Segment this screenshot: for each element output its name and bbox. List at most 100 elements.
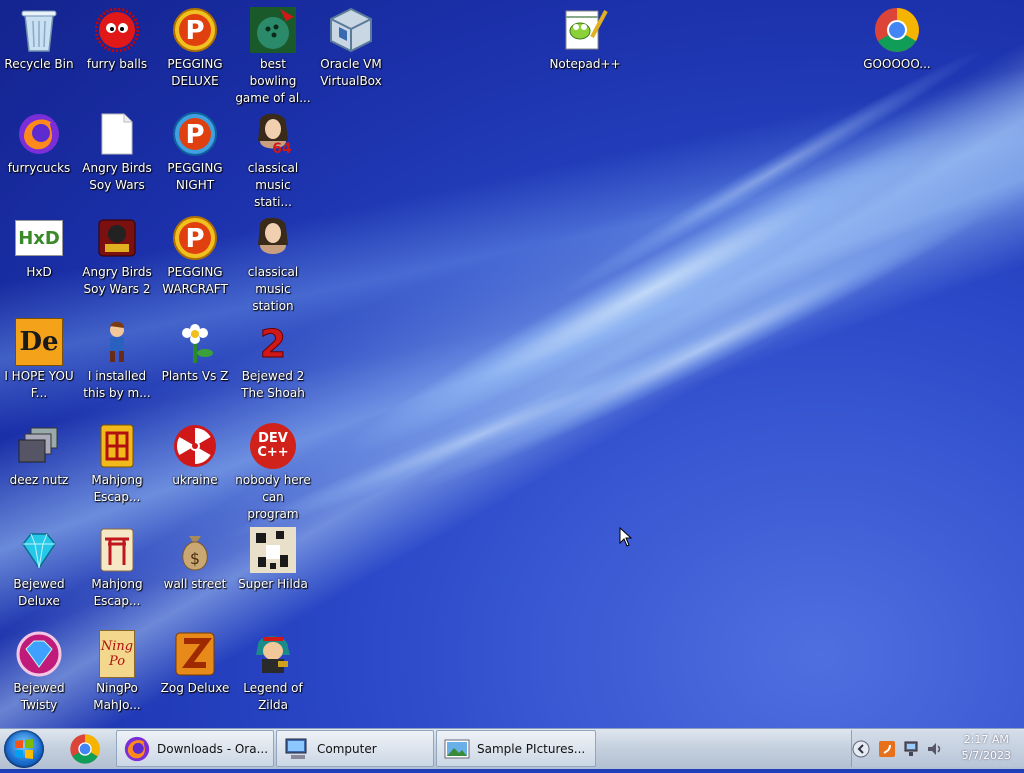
chrome-icon bbox=[70, 734, 100, 764]
de-icon: De bbox=[15, 318, 63, 366]
recycle-bin-icon bbox=[15, 6, 63, 54]
svg-text:2: 2 bbox=[260, 322, 286, 365]
desktop-icon-goooooo-chrome[interactable]: GOOOOO... bbox=[858, 0, 936, 104]
taskbar-task-sample-pictures[interactable]: Sample PIctures... bbox=[436, 730, 596, 767]
desktop-icon-angry-birds-soy-wars[interactable]: Angry Birds Soy Wars bbox=[78, 104, 156, 208]
diamond-icon bbox=[15, 526, 63, 574]
icon-label: Bejewed 2 The Shoah bbox=[241, 369, 305, 400]
task-label: Downloads - Ora... bbox=[157, 741, 269, 756]
clock[interactable]: 2:17 AM 5/7/2023 bbox=[962, 732, 1011, 764]
desktop-icon-classical-music-1[interactable]: 64 classical music stati... bbox=[234, 104, 312, 209]
desktop-icon-legend-of-zilda[interactable]: Legend of Zilda bbox=[234, 624, 312, 728]
clock-time: 2:17 AM bbox=[963, 733, 1009, 746]
desktop-icon-furrycucks[interactable]: furrycucks bbox=[0, 104, 78, 208]
icon-label: classical music station bbox=[247, 265, 299, 313]
desktop-icon-i-hope-you-f[interactable]: De I HOPE YOU F... bbox=[0, 312, 78, 416]
hxd-icon: HxD bbox=[15, 214, 63, 262]
desktop-icon-bejewed-deluxe[interactable]: Bejewed Deluxe bbox=[0, 520, 78, 624]
desktop-icon-furry-balls[interactable]: furry balls bbox=[78, 0, 156, 104]
taskbar-task-computer[interactable]: Computer bbox=[276, 730, 434, 767]
icon-label: Mahjong Escap... bbox=[91, 577, 143, 608]
desktop-icon-nobody-here-can-program[interactable]: DEV C++ nobody here can program bbox=[234, 416, 312, 521]
desktop-icon-pegging-deluxe[interactable]: P PEGGING DELUXE bbox=[156, 0, 234, 104]
icon-label: wall street bbox=[163, 577, 227, 591]
hxd-logo-text: HxD bbox=[15, 220, 63, 256]
pegging-p-icon: P bbox=[171, 6, 219, 54]
firefox-icon bbox=[15, 110, 63, 158]
desktop-icon-pegging-warcraft[interactable]: P PEGGING WARCRAFT bbox=[156, 208, 234, 312]
show-hidden-icons-icon[interactable] bbox=[852, 740, 870, 758]
icon-label: Mahjong Escap... bbox=[91, 473, 143, 504]
network-icon[interactable] bbox=[902, 740, 920, 758]
icon-label: Bejewed Twisty bbox=[13, 681, 65, 712]
desktop-icon-angry-birds-soy-wars-2[interactable]: Angry Birds Soy Wars 2 bbox=[78, 208, 156, 312]
icon-label: furry balls bbox=[86, 57, 148, 71]
taskbar-pinned-chrome[interactable] bbox=[62, 729, 108, 769]
virtualbox-icon bbox=[327, 6, 375, 54]
desktop-icon-deez-nutz[interactable]: deez nutz bbox=[0, 416, 78, 520]
character-icon bbox=[93, 318, 141, 366]
java-update-icon[interactable] bbox=[878, 740, 896, 758]
desktop-icon-wall-street[interactable]: $ wall street bbox=[156, 520, 234, 624]
zilda-icon bbox=[249, 630, 297, 678]
ningpo-icon: Ning Po bbox=[93, 630, 141, 678]
svg-text:P: P bbox=[185, 120, 204, 150]
icon-label: HxD bbox=[26, 265, 52, 279]
bowling-icon bbox=[249, 6, 297, 54]
desktop-icon-notepad-plus-plus[interactable]: Notepad++ bbox=[546, 0, 624, 104]
flower-icon bbox=[171, 318, 219, 366]
icon-label: Plants Vs Z bbox=[161, 369, 229, 383]
desktop-icon-bejewed-twisty[interactable]: Bejewed Twisty bbox=[0, 624, 78, 728]
icon-label: PEGGING DELUXE bbox=[167, 57, 223, 88]
desktop-icon-oracle-vm-virtualbox[interactable]: Oracle VM VirtualBox bbox=[312, 0, 390, 104]
mahjong-tile-icon bbox=[93, 422, 141, 470]
desktop-icon-i-installed-this[interactable]: I installed this by m... bbox=[78, 312, 156, 416]
dev-cpp-logo-text: DEV C++ bbox=[250, 423, 296, 469]
icon-label: PEGGING WARCRAFT bbox=[162, 265, 228, 296]
icon-label: classical music stati... bbox=[247, 161, 299, 209]
taskbar-task-downloads[interactable]: Downloads - Ora... bbox=[116, 730, 274, 767]
desktop-icon-recycle-bin[interactable]: Recycle Bin bbox=[0, 0, 78, 104]
twisty-gem-icon bbox=[15, 630, 63, 678]
desktop-icon-pegging-night[interactable]: P PEGGING NIGHT bbox=[156, 104, 234, 208]
windows-start-icon[interactable] bbox=[4, 730, 44, 768]
pictures-icon bbox=[444, 739, 470, 758]
number-two-icon: 2 bbox=[249, 318, 297, 366]
dev-cpp-icon: DEV C++ bbox=[249, 422, 297, 470]
icon-label: Oracle VM VirtualBox bbox=[320, 57, 382, 88]
icon-label: Super Hilda bbox=[238, 577, 308, 591]
icon-label: GOOOOO... bbox=[863, 57, 931, 71]
volume-icon[interactable] bbox=[926, 740, 944, 758]
desktop-icon-classical-music-2[interactable]: classical music station bbox=[234, 208, 312, 313]
firefox-icon bbox=[124, 736, 150, 761]
desktop-icon-best-bowling[interactable]: best bowling game of al... bbox=[234, 0, 312, 105]
portrait-icon bbox=[249, 214, 297, 262]
de-logo-text: De bbox=[15, 318, 63, 366]
svg-text:P: P bbox=[185, 224, 204, 254]
clock-date: 5/7/2023 bbox=[961, 749, 1011, 762]
svg-text:64: 64 bbox=[272, 141, 292, 157]
desktop[interactable]: Recycle Bin furrycucks HxD HxD De I HOPE… bbox=[0, 0, 1024, 728]
desktop-icon-bejewed-2[interactable]: 2 Bejewed 2 The Shoah bbox=[234, 312, 312, 416]
icon-label: ukraine bbox=[172, 473, 218, 487]
desktop-icon-hxd[interactable]: HxD HxD bbox=[0, 208, 78, 312]
desktop-icon-super-hilda[interactable]: Super Hilda bbox=[234, 520, 312, 624]
icon-label: Angry Birds Soy Wars 2 bbox=[82, 265, 152, 296]
torii-tile-icon bbox=[93, 526, 141, 574]
icon-label: PEGGING NIGHT bbox=[167, 161, 223, 192]
svg-text:$: $ bbox=[190, 549, 200, 568]
icon-label: I installed this by m... bbox=[83, 369, 151, 400]
icon-label: furrycucks bbox=[7, 161, 71, 175]
desktop-icon-ningpo-mahjong[interactable]: Ning Po NingPo MahJo... bbox=[78, 624, 156, 728]
icon-label: Zog Deluxe bbox=[160, 681, 230, 695]
computer-icon bbox=[285, 738, 307, 759]
task-label: Computer bbox=[317, 741, 377, 756]
ningpo-logo-text: Ning Po bbox=[99, 630, 135, 678]
desktop-icon-zog-deluxe[interactable]: Zog Deluxe bbox=[156, 624, 234, 728]
zog-icon bbox=[171, 630, 219, 678]
desktop-icon-ukraine[interactable]: ukraine bbox=[156, 416, 234, 520]
blank-file-icon bbox=[93, 110, 141, 158]
desktop-icon-plants-vs-z[interactable]: Plants Vs Z bbox=[156, 312, 234, 416]
desktop-icon-mahjong-escape-2[interactable]: Mahjong Escap... bbox=[78, 520, 156, 624]
desktop-icon-mahjong-escape-1[interactable]: Mahjong Escap... bbox=[78, 416, 156, 520]
